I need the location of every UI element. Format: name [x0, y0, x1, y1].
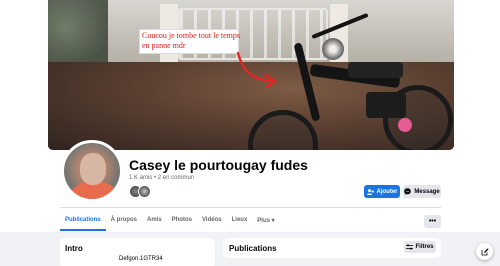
profile-friends-count[interactable]: 1 K amis • 2 en commun — [129, 175, 194, 181]
intro-detail: Defgon.1GTR34 — [119, 256, 163, 262]
tab-about[interactable]: À propos — [106, 213, 142, 231]
mutual-friend-avatar[interactable] — [138, 185, 151, 198]
publications-title: Publications — [229, 244, 277, 253]
tab-places[interactable]: Lieux — [227, 213, 253, 231]
tab-more[interactable]: Plus ▾ — [252, 213, 279, 231]
tab-photos[interactable]: Photos — [167, 213, 197, 231]
motorbike-headlight — [322, 38, 344, 60]
cover-tree — [48, 0, 108, 70]
message-label: Message — [414, 188, 440, 195]
filters-icon — [406, 244, 414, 250]
profile-avatar[interactable] — [61, 140, 123, 202]
motorbike-engine — [366, 92, 406, 118]
avatar-face — [80, 153, 106, 185]
profile-tabs: Publications À propos Amis Photos Vidéos… — [60, 213, 280, 231]
add-friend-button[interactable]: Ajouter — [364, 185, 400, 198]
add-friend-icon — [366, 188, 374, 195]
header-divider — [60, 207, 441, 208]
motorbike-tank — [348, 62, 403, 78]
messenger-icon — [404, 188, 412, 195]
compose-button[interactable] — [476, 243, 493, 260]
message-button[interactable]: Message — [403, 185, 441, 198]
cover-caption: Coucou je tombe tout le temps en panne m… — [142, 31, 240, 50]
profile-name: Casey le pourtougay fudes — [129, 157, 308, 173]
compose-icon — [481, 247, 489, 255]
tab-publications[interactable]: Publications — [60, 213, 106, 231]
intro-title: Intro — [65, 244, 83, 253]
tab-videos[interactable]: Vidéos — [197, 213, 227, 231]
more-options-button[interactable]: ••• — [424, 215, 441, 228]
red-arrow-icon — [236, 51, 277, 89]
add-friend-label: Ajouter — [376, 188, 398, 195]
motorbike-reflector — [398, 118, 412, 132]
tab-friends[interactable]: Amis — [142, 213, 167, 231]
filters-label: Filtres — [415, 244, 434, 250]
filters-button[interactable]: Filtres — [404, 241, 436, 253]
